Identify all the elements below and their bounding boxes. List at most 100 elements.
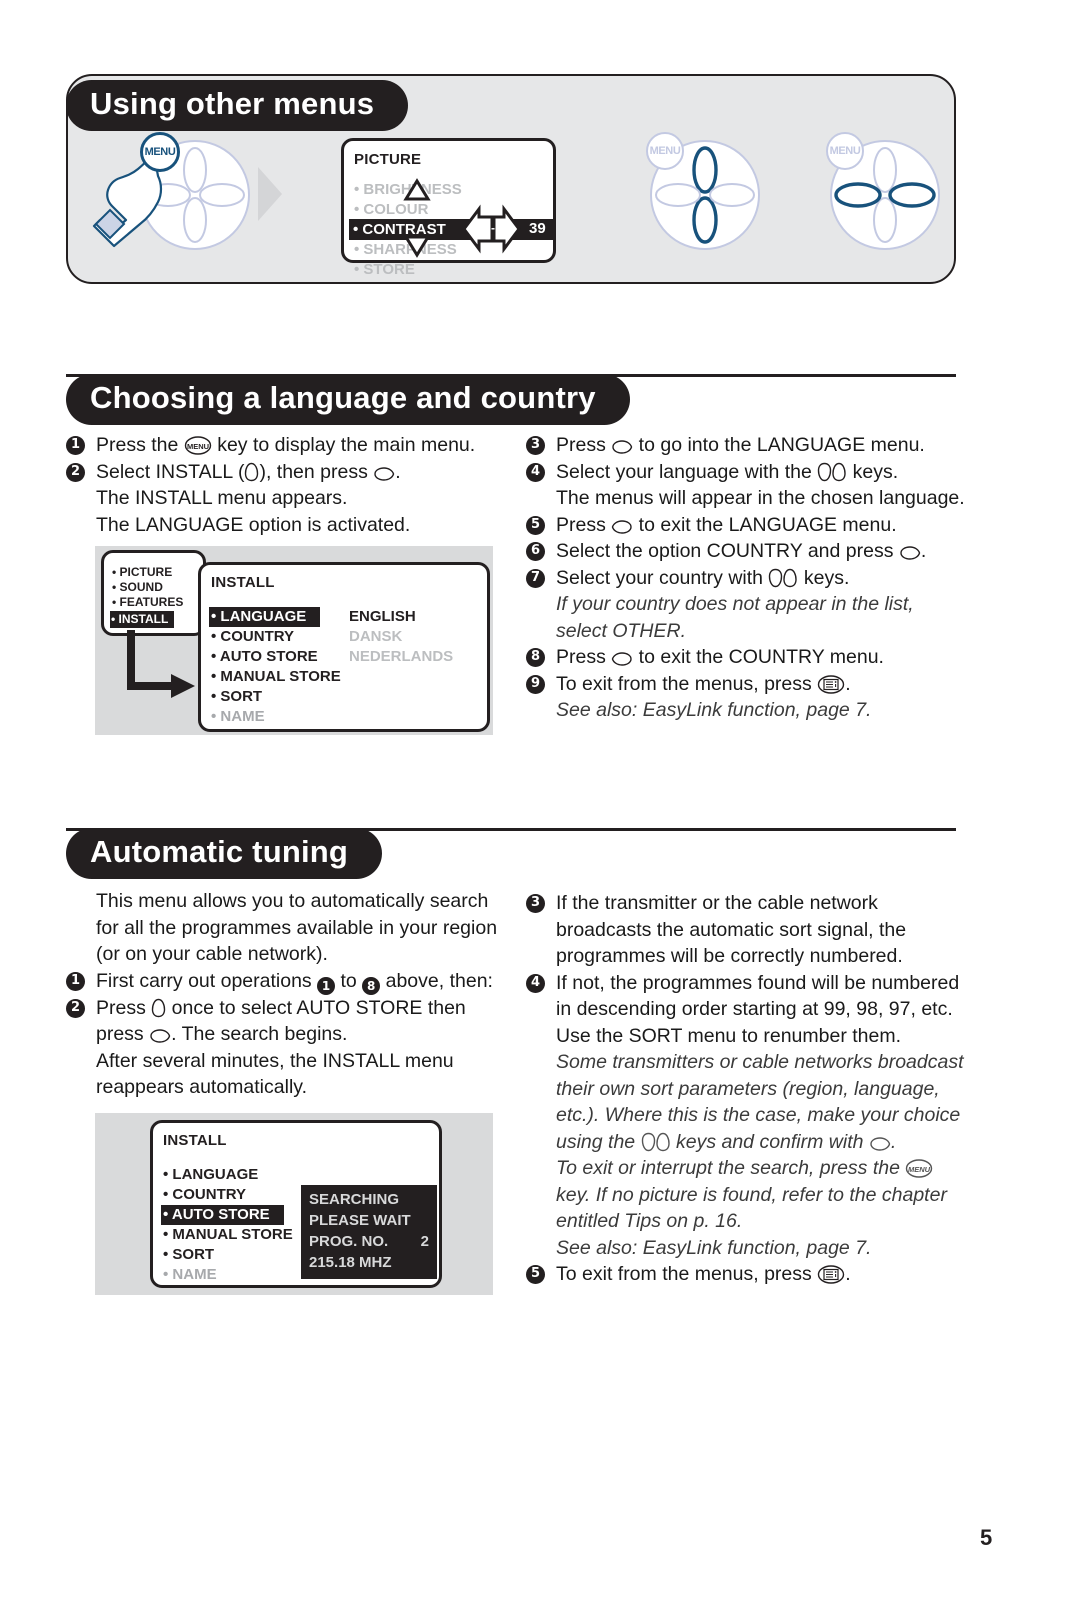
step-8: 8 Press to exit the COUNTRY menu.	[526, 644, 966, 671]
auto-step-2-line-2: After several minutes, the INSTALL menu …	[96, 1049, 454, 1099]
osd-install-menu-2: INSTALL • LANGUAGE • COUNTRY • AUTO STOR…	[150, 1120, 442, 1288]
auto-step-4-line-1: If not, the programmes found will be num…	[556, 971, 960, 1021]
menu-key-icon[interactable]: MENU	[140, 132, 180, 172]
step-text: If the transmitter or the cable network …	[556, 892, 907, 967]
install-value-dansk: DANSK	[349, 628, 403, 645]
osd-picture-menu: PICTURE • BRIGHTNESS • COLOUR • CONTRAST…	[341, 138, 556, 278]
menu-key-icon: MENU	[184, 436, 212, 455]
intro-line-2: for all the programmes available in your…	[96, 916, 498, 939]
page-number: 5	[980, 1525, 993, 1550]
cursor-down-icon	[151, 998, 166, 1018]
step-number: 1	[66, 436, 85, 455]
menu-key-icon[interactable]: MENU	[826, 132, 864, 170]
install2-item-country: • COUNTRY	[163, 1186, 247, 1203]
autotuning-left-column: This menu allows you to automatically se…	[66, 888, 506, 1101]
step-6: 6 Select the option COUNTRY and press .	[526, 538, 966, 565]
osd-item-colour: • COLOUR	[354, 201, 429, 218]
search-line-frequency: 215.18 MHZ	[309, 1254, 392, 1271]
osd-main-menu: • PICTURE • SOUND • FEATURES • INSTALL	[101, 550, 206, 636]
install2-item-auto-store: • AUTO STORE	[161, 1205, 284, 1225]
install-item-auto-store: • AUTO STORE	[211, 648, 318, 665]
step-text: Select your language with the keys. The …	[556, 459, 966, 512]
step-text: To exit from the menus, press .	[556, 1263, 851, 1285]
step-5: 5 Press to exit the LANGUAGE menu.	[526, 512, 966, 539]
step-7-note: If your country does not appear in the l…	[556, 593, 914, 642]
osd-title: INSTALL	[163, 1132, 227, 1149]
step-number: 7	[526, 568, 545, 588]
install-items: • LANGUAGE • COUNTRY • AUTO STORE • MANU…	[209, 607, 341, 727]
osd-item-brightness: • BRIGHTNESS	[354, 181, 462, 198]
main-menu-item-sound: • SOUND	[112, 580, 163, 594]
osd-item-store: • STORE	[354, 261, 415, 278]
step-text: If not, the programmes found will be num…	[556, 970, 966, 1262]
step-text: To exit from the menus, press . See also…	[556, 671, 966, 724]
cursor-updown-icon	[641, 1132, 671, 1152]
osd-item-sharpness: • SHARPNESS	[354, 241, 457, 258]
step-2: 2 Select INSTALL (), then press . The IN…	[66, 459, 506, 539]
step-number: 4	[526, 462, 545, 482]
inline-step-8: 8	[362, 976, 381, 995]
install-item-country: • COUNTRY	[211, 628, 295, 645]
main-menu-item-install: • INSTALL	[110, 611, 175, 628]
step-text: First carry out operations 1 to 8 above,…	[96, 968, 506, 995]
cursor-updown-icon	[817, 462, 847, 482]
auto-step-1: 1 First carry out operations 1 to 8 abov…	[66, 968, 506, 995]
osd-install-menu-1: INSTALL • LANGUAGE • COUNTRY • AUTO STOR…	[198, 562, 490, 732]
svg-text:MENU: MENU	[908, 1165, 931, 1174]
step-number: 2	[66, 462, 85, 482]
auto-step-4-note-1: Some transmitters or cable networks broa…	[556, 1051, 964, 1153]
cursor-down-icon	[244, 462, 259, 482]
step-3: 3 Press to go into the LANGUAGE menu.	[526, 432, 966, 459]
step-number: 2	[66, 998, 85, 1018]
install-items-2: • LANGUAGE • COUNTRY • AUTO STORE • MANU…	[161, 1165, 293, 1285]
auto-step-4-note-2: To exit or interrupt the search, press t…	[556, 1157, 947, 1232]
using-menus-banner: Using other menus	[66, 80, 409, 131]
step-number: 5	[526, 515, 545, 535]
install-item-name: • NAME	[211, 708, 265, 725]
step-number: 6	[526, 542, 545, 561]
install-item-language: • LANGUAGE	[209, 607, 321, 627]
menu-key-icon: MENU	[905, 1159, 933, 1178]
contrast-value: 39	[529, 220, 546, 237]
cursor-left-icon	[611, 651, 633, 667]
exit-key-icon	[817, 1265, 845, 1284]
step-4: 4 Select your language with the keys. Th…	[526, 459, 966, 512]
contrast-scale: --I--	[491, 221, 511, 235]
main-menu-list: • PICTURE • SOUND • FEATURES • INSTALL	[110, 565, 209, 628]
flow-arrow-icon	[258, 167, 282, 221]
step-text: Press to exit the COUNTRY menu.	[556, 646, 884, 668]
autotuning-right-column: 3 If the transmitter or the cable networ…	[526, 890, 966, 1288]
remote-dial-2: MENU	[636, 128, 766, 258]
osd-title: PICTURE	[354, 151, 422, 168]
step-1: 1 Press the MENU key to display the main…	[66, 432, 506, 459]
contrast-bar-label: • CONTRAST	[353, 221, 446, 238]
step-9-note: See also: EasyLink function, page 7.	[556, 699, 872, 721]
cursor-right-icon	[611, 439, 633, 455]
inline-step-1: 1	[317, 976, 336, 995]
main-menu-item-features: • FEATURES	[112, 595, 184, 609]
section-title-autotuning: Automatic tuning	[66, 828, 383, 879]
main-menu-item-picture: • PICTURE	[112, 565, 173, 579]
intro-line-1: This menu allows you to automatically se…	[96, 890, 489, 912]
cursor-right-icon	[869, 1136, 891, 1152]
step-text: Select INSTALL (), then press . The INST…	[96, 459, 506, 539]
step-number: 3	[526, 436, 545, 455]
step-9: 9 To exit from the menus, press . See al…	[526, 671, 966, 724]
exit-key-icon	[817, 674, 845, 694]
section-title-language: Choosing a language and country	[66, 374, 630, 425]
autotuning-intro: This menu allows you to automatically se…	[96, 888, 506, 968]
step-number: 5	[526, 1265, 545, 1284]
cursor-right-icon	[899, 545, 921, 561]
install-value-english: ENGLISH	[349, 608, 416, 625]
svg-text:MENU: MENU	[187, 442, 209, 451]
install-item-manual-store: • MANUAL STORE	[211, 668, 341, 685]
step-number: 8	[526, 648, 545, 667]
cursor-right-icon	[149, 1028, 171, 1044]
remote-dial-3: MENU	[816, 128, 946, 258]
manual-page: Using other menus MENU PICTURE • BRIGHTN…	[0, 0, 1080, 1620]
step-number: 3	[526, 894, 545, 913]
cursor-left-icon	[611, 519, 633, 535]
search-line-prog-no: PROG. NO. 2	[309, 1233, 429, 1250]
menu-key-icon[interactable]: MENU	[646, 132, 684, 170]
step-text: Press to go into the LANGUAGE menu.	[556, 434, 925, 456]
